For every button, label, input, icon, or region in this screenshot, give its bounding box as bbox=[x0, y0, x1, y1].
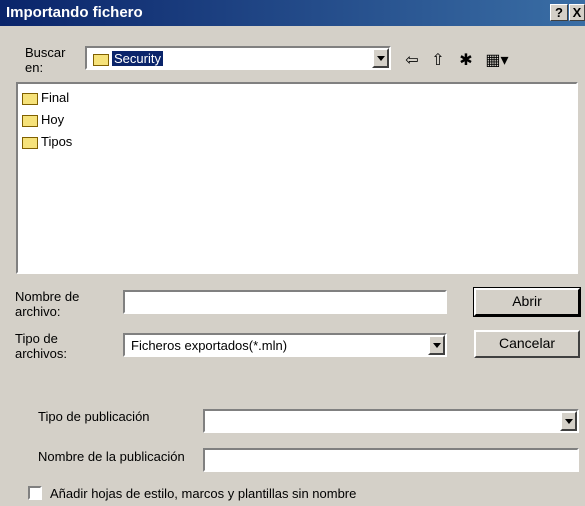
up-folder-icon[interactable]: ⇧ bbox=[428, 50, 448, 70]
file-list[interactable]: Final Hoy Tipos bbox=[16, 82, 578, 274]
filename-label: Nombre de archivo: bbox=[15, 289, 80, 319]
chevron-down-icon[interactable] bbox=[428, 335, 445, 355]
filetype-combo[interactable]: Ficheros exportados(*.mln) bbox=[123, 333, 447, 357]
view-menu-icon[interactable]: ▦▾ bbox=[482, 50, 512, 70]
folder-icon bbox=[22, 136, 38, 149]
window-title: Importando fichero bbox=[6, 4, 143, 21]
open-button[interactable]: Abrir bbox=[473, 287, 581, 317]
filetype-value: Ficheros exportados(*.mln) bbox=[131, 338, 288, 353]
pubtype-label: Tipo de publicación bbox=[38, 409, 150, 424]
list-item[interactable]: Tipos bbox=[22, 132, 72, 152]
folder-icon bbox=[22, 114, 38, 127]
filetype-label: Tipo de archivos: bbox=[15, 331, 68, 361]
help-button[interactable]: ? bbox=[550, 4, 568, 21]
back-icon[interactable]: ⇦ bbox=[402, 50, 422, 70]
lookin-combo[interactable]: Security bbox=[85, 46, 391, 70]
styles-checkbox[interactable] bbox=[28, 486, 42, 500]
list-item[interactable]: Hoy bbox=[22, 110, 64, 130]
close-button[interactable]: X bbox=[569, 4, 585, 21]
filename-field[interactable] bbox=[123, 290, 447, 314]
cancel-button[interactable]: Cancelar bbox=[474, 330, 580, 358]
folder-open-icon bbox=[93, 53, 109, 66]
chevron-down-icon[interactable] bbox=[560, 411, 577, 431]
chevron-down-icon[interactable] bbox=[372, 48, 389, 68]
styles-checkbox-label: Añadir hojas de estilo, marcos y plantil… bbox=[50, 486, 357, 501]
new-folder-icon[interactable]: ✱ bbox=[456, 50, 476, 70]
list-item[interactable]: Final bbox=[22, 88, 69, 108]
pubname-label: Nombre de la publicación bbox=[38, 449, 185, 464]
folder-icon bbox=[22, 92, 38, 105]
pubtype-combo[interactable] bbox=[203, 409, 579, 433]
pubname-field[interactable] bbox=[203, 448, 579, 472]
lookin-value: Security bbox=[112, 51, 163, 66]
lookin-label: Buscar en: bbox=[25, 45, 66, 75]
title-bar: Importando fichero ? X bbox=[0, 0, 585, 26]
